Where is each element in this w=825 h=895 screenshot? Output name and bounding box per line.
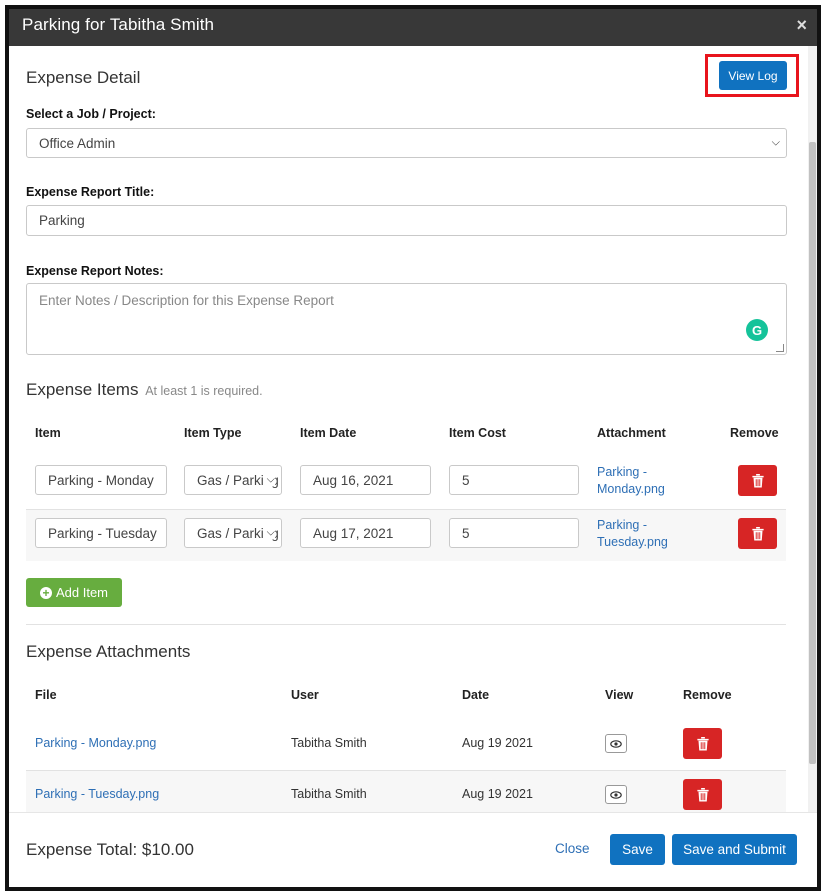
item-date-input[interactable]: Aug 17, 2021 [300, 518, 431, 548]
col-attachment-remove: Remove [683, 688, 732, 702]
col-file: File [35, 688, 57, 702]
item-type-select[interactable]: Gas / Parking ⌵ [184, 465, 282, 495]
modal-title: Parking for Tabitha Smith [22, 15, 215, 34]
chevron-down-icon: ⌵ [263, 473, 275, 487]
remove-attachment-button[interactable] [683, 779, 722, 810]
file-link[interactable]: Parking - Tuesday.png [35, 786, 159, 803]
scrollbar-thumb[interactable] [809, 142, 816, 764]
attachment-date: Aug 19 2021 [462, 736, 533, 750]
scrollbar[interactable] [808, 46, 817, 812]
trash-icon [696, 787, 709, 802]
attachment-link-line1: Parking - [597, 518, 648, 532]
trash-icon [696, 736, 709, 751]
save-and-submit-button[interactable]: Save and Submit [672, 834, 797, 865]
col-remove: Remove [730, 426, 779, 440]
expense-items-heading: Expense Items At least 1 is required. [26, 380, 263, 400]
trash-icon [751, 526, 764, 541]
attachment-link-line2: Monday.png [597, 482, 665, 496]
expense-items-hint: At least 1 is required. [145, 384, 263, 398]
eye-icon [610, 739, 622, 748]
attachment-user: Tabitha Smith [291, 736, 367, 750]
col-item-date: Item Date [300, 426, 357, 440]
close-icon[interactable]: × [796, 15, 807, 36]
view-attachment-button[interactable] [605, 734, 627, 753]
notes-placeholder: Enter Notes / Description for this Expen… [39, 293, 334, 308]
col-date: Date [462, 688, 490, 702]
modal-titlebar: Parking for Tabitha Smith × [9, 9, 817, 46]
attachment-link[interactable]: Parking - Monday.png [597, 464, 665, 498]
remove-item-button[interactable] [738, 518, 777, 549]
col-attachment: Attachment [597, 426, 666, 440]
title-input[interactable]: Parking [26, 205, 787, 236]
add-item-label: Add Item [55, 585, 109, 600]
close-button[interactable]: Close [555, 841, 590, 856]
col-user: User [291, 688, 319, 702]
view-log-button[interactable]: View Log [719, 61, 787, 90]
attachment-date: Aug 19 2021 [462, 787, 533, 801]
view-attachment-button[interactable] [605, 785, 627, 804]
expense-modal: Parking for Tabitha Smith × Expense Deta… [5, 5, 821, 891]
chevron-down-icon: ⌵ [263, 526, 275, 540]
attachment-user: Tabitha Smith [291, 787, 367, 801]
title-label: Expense Report Title: [26, 185, 155, 199]
col-item-cost: Item Cost [449, 426, 506, 440]
item-name-input[interactable]: Parking - Tuesday [35, 518, 167, 548]
remove-item-button[interactable] [738, 465, 777, 496]
grammarly-icon[interactable]: G [746, 319, 768, 341]
attachment-link-line1: Parking - [597, 465, 648, 479]
save-button[interactable]: Save [610, 834, 665, 865]
expense-total: Expense Total: $10.00 [26, 840, 194, 859]
item-cost-input[interactable]: 5 [449, 518, 579, 548]
col-item-type: Item Type [184, 426, 242, 440]
eye-icon [610, 790, 622, 799]
attachment-link[interactable]: Parking - Tuesday.png [597, 517, 668, 551]
item-date-input[interactable]: Aug 16, 2021 [300, 465, 431, 495]
job-label: Select a Job / Project: [26, 107, 156, 121]
file-link[interactable]: Parking - Monday.png [35, 735, 156, 752]
job-select[interactable]: Office Admin ⌵ [26, 128, 787, 158]
resize-handle[interactable] [776, 344, 784, 352]
trash-icon [751, 473, 764, 488]
remove-attachment-button[interactable] [683, 728, 722, 759]
modal-footer: Expense Total: $10.00 Close Save Save an… [9, 812, 817, 887]
expense-items-title: Expense Items [26, 380, 139, 399]
item-cost-input[interactable]: 5 [449, 465, 579, 495]
job-select-value: Office Admin [39, 135, 116, 151]
item-type-select[interactable]: Gas / Parking ⌵ [184, 518, 282, 548]
notes-label: Expense Report Notes: [26, 264, 164, 278]
item-name-input[interactable]: Parking - Monday [35, 465, 167, 495]
notes-textarea[interactable]: Enter Notes / Description for this Expen… [26, 283, 787, 355]
section-divider [26, 624, 786, 625]
col-item: Item [35, 426, 61, 440]
col-view: View [605, 688, 634, 702]
expense-detail-heading: Expense Detail [26, 68, 141, 87]
plus-circle-icon: + [39, 586, 52, 599]
attachment-link-line2: Tuesday.png [597, 535, 668, 549]
attachments-heading: Expense Attachments [26, 642, 191, 661]
chevron-down-icon: ⌵ [771, 136, 780, 149]
add-item-button[interactable]: + Add Item [26, 578, 122, 607]
